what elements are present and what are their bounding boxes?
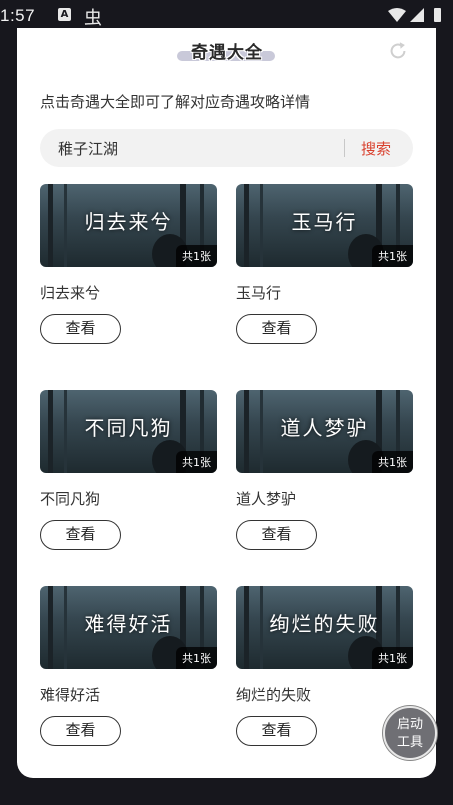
notification-bug-icon: 虫: [84, 8, 102, 29]
adventure-thumbnail[interactable]: 道人梦驴 共1张: [236, 390, 413, 473]
adventure-card: 玉马行 共1张 玉马行 查看: [236, 184, 413, 354]
launch-tool-label-1: 启动: [396, 717, 423, 732]
search-input[interactable]: [58, 129, 338, 167]
image-count-badge: 共1张: [176, 245, 217, 267]
thumbnail-title: 难得好活: [84, 612, 173, 636]
wifi-icon: [388, 8, 406, 22]
image-count-badge: 共1张: [372, 245, 413, 267]
image-count-badge: 共1张: [176, 451, 217, 473]
search-divider: [344, 139, 345, 157]
thumbnail-title: 道人梦驴: [280, 416, 369, 440]
adventure-card: 难得好活 共1张 难得好活 查看: [40, 586, 217, 756]
notification-a-icon: A: [58, 8, 71, 21]
view-button[interactable]: 查看: [236, 716, 317, 746]
view-button[interactable]: 查看: [40, 314, 121, 344]
adventure-thumbnail[interactable]: 归去来兮 共1张: [40, 184, 217, 267]
header: 奇遇大全: [17, 28, 436, 78]
view-button[interactable]: 查看: [40, 520, 121, 550]
adventure-thumbnail[interactable]: 绚烂的失败 共1张: [236, 586, 413, 669]
adventure-name: 玉马行: [236, 284, 282, 302]
thumbnail-title: 归去来兮: [84, 210, 173, 234]
adventure-card: 不同凡狗 共1张 不同凡狗 查看: [40, 390, 217, 560]
image-count-badge: 共1张: [372, 647, 413, 669]
signal-icon: [410, 8, 424, 22]
adventure-thumbnail[interactable]: 玉马行 共1张: [236, 184, 413, 267]
adventure-name: 难得好活: [40, 686, 101, 704]
launch-tool-button[interactable]: 启动 工具: [383, 706, 437, 760]
adventure-name: 绚烂的失败: [236, 686, 312, 704]
search-bar: 搜索: [40, 129, 413, 167]
view-button[interactable]: 查看: [236, 314, 317, 344]
image-count-badge: 共1张: [372, 451, 413, 473]
page-title-text: 奇遇大全: [191, 43, 263, 63]
refresh-icon[interactable]: [387, 40, 409, 62]
adventure-card: 归去来兮 共1张 归去来兮 查看: [40, 184, 217, 354]
status-time: 1:57: [0, 6, 36, 25]
search-button[interactable]: 搜索: [361, 138, 391, 159]
adventure-thumbnail[interactable]: 不同凡狗 共1张: [40, 390, 217, 473]
adventure-name: 不同凡狗: [40, 490, 101, 508]
view-button[interactable]: 查看: [40, 716, 121, 746]
page-title: 奇遇大全: [177, 38, 277, 64]
view-button[interactable]: 查看: [236, 520, 317, 550]
adventure-thumbnail[interactable]: 难得好活 共1张: [40, 586, 217, 669]
adventure-card: 道人梦驴 共1张 道人梦驴 查看: [236, 390, 413, 560]
main-card: 奇遇大全 点击奇遇大全即可了解对应奇遇攻略详情 搜索 归去来兮 共1张 归去来兮: [17, 28, 436, 778]
image-count-badge: 共1张: [176, 647, 217, 669]
thumbnail-title: 不同凡狗: [84, 416, 173, 440]
launch-tool-label-2: 工具: [396, 735, 423, 750]
battery-icon: [434, 8, 441, 22]
thumbnail-title: 玉马行: [291, 210, 358, 234]
thumbnail-title: 绚烂的失败: [269, 612, 380, 636]
adventure-name: 道人梦驴: [236, 490, 297, 508]
intro-text: 点击奇遇大全即可了解对应奇遇攻略详情: [40, 93, 311, 111]
adventure-name: 归去来兮: [40, 284, 101, 302]
